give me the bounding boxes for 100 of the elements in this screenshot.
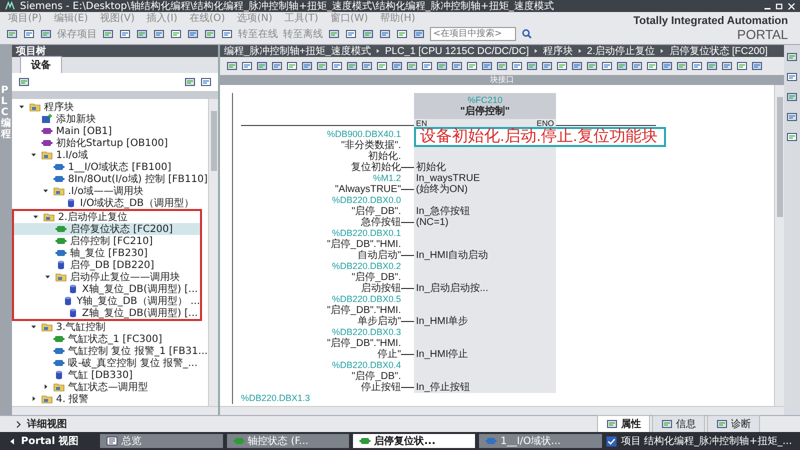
toolbar-icon[interactable]: [556, 60, 568, 72]
toolbar-icon[interactable]: [40, 28, 52, 40]
toolbar-icon[interactable]: [676, 60, 688, 72]
portal-view-button[interactable]: Portal 视图: [8, 434, 96, 448]
toolbar-icon[interactable]: [661, 60, 673, 72]
tree-item[interactable]: 初始化Startup [OB100]: [12, 137, 208, 149]
toolbar-icon[interactable]: [751, 60, 763, 72]
collapse-arrow-icon[interactable]: [42, 187, 50, 195]
toolbar-icon[interactable]: [541, 60, 553, 72]
side-tool-icon[interactable]: [786, 131, 798, 143]
toolbar-icon[interactable]: [316, 60, 328, 72]
toolbar-icon[interactable]: [328, 28, 340, 40]
toolbar-icon[interactable]: [511, 60, 523, 72]
toolbar-icon[interactable]: [271, 60, 283, 72]
editor-tab[interactable]: 1__I/O域状...: [479, 434, 602, 448]
restore-icon[interactable]: [775, 2, 784, 10]
toolbar-icon[interactable]: [631, 60, 643, 72]
tree-item[interactable]: 程序块: [12, 101, 208, 113]
toolbar-icon[interactable]: [396, 28, 408, 40]
toolbar-icon[interactable]: [586, 60, 598, 72]
toolbar-icon[interactable]: [466, 60, 478, 72]
toolbar-icon[interactable]: [241, 60, 253, 72]
toolbar-icon[interactable]: [301, 60, 313, 72]
toolbar-icon[interactable]: [451, 60, 463, 72]
close-icon[interactable]: [787, 2, 796, 10]
toolbar-icon[interactable]: [184, 76, 196, 88]
toolbar-icon[interactable]: [413, 28, 425, 40]
search-field[interactable]: <在项目中搜索>: [430, 27, 516, 41]
tab-icon[interactable]: [661, 418, 673, 430]
tree-item[interactable]: 启动停止复位——调用块: [14, 271, 200, 283]
toolbar-icon[interactable]: [346, 60, 358, 72]
breadcrumb-item[interactable]: 2.启动停止复位: [586, 44, 656, 58]
tree-item[interactable]: 启停控制 [FC210]: [14, 235, 200, 247]
tree-item[interactable]: 添加新块: [12, 113, 208, 125]
tree-item[interactable]: .I/o域——调用块: [12, 185, 208, 197]
tree-item[interactable]: 2.启动停止复位: [14, 211, 200, 223]
tree-item[interactable]: 4. 报警: [12, 393, 208, 405]
tree-item[interactable]: 8In/8Out(I/o域) 控制 [FB110]: [12, 173, 208, 185]
tree-item[interactable]: 启停_DB [DB220]: [14, 259, 200, 271]
toolbar-icon[interactable]: [361, 60, 373, 72]
tree-item[interactable]: Z轴_复位_DB(调用型) [...: [14, 307, 200, 319]
scrollbar[interactable]: [208, 99, 218, 406]
tree-item[interactable]: 气缸控制 复位 报警_1 [FB31...: [12, 345, 208, 357]
toolbar-icon[interactable]: [526, 60, 538, 72]
toolbar-icon[interactable]: [496, 60, 508, 72]
toolbar-icon[interactable]: [601, 60, 613, 72]
collapse-arrow-icon[interactable]: [30, 151, 38, 159]
scrollbar[interactable]: [774, 85, 784, 406]
toolbar-icon[interactable]: [170, 28, 182, 40]
side-tool-icon[interactable]: [786, 91, 798, 103]
breadcrumb-item[interactable]: 编程_脉冲控制轴+扭矩_速度模式: [224, 44, 371, 58]
search-icon[interactable]: [521, 28, 533, 40]
toolbar-icon[interactable]: [379, 28, 391, 40]
inspector-tab[interactable]: 诊断: [707, 415, 760, 433]
tree-item[interactable]: I/O域状态_DB（调用型）: [12, 197, 208, 209]
horizontal-scrollbar[interactable]: [220, 406, 784, 415]
toolbar-icon[interactable]: [187, 28, 199, 40]
toolbar-icon[interactable]: [391, 60, 403, 72]
collapse-arrow-icon[interactable]: [18, 103, 26, 111]
toolbar-icon[interactable]: [691, 60, 703, 72]
toolbar-icon[interactable]: [6, 28, 18, 40]
toolbar-icon[interactable]: [706, 60, 718, 72]
collapse-arrow-icon[interactable]: [44, 273, 52, 281]
details-view-header[interactable]: 详细视图: [27, 417, 67, 431]
inspector-tab[interactable]: 信息: [652, 415, 705, 433]
toolbar-icon[interactable]: [571, 60, 583, 72]
toolbar-icon[interactable]: [286, 60, 298, 72]
horizontal-scrollbar[interactable]: [12, 406, 218, 415]
breadcrumb-item[interactable]: 启停复位状态 [FC200]: [669, 44, 768, 58]
toolbar-icon[interactable]: [362, 28, 374, 40]
toolbar-icon[interactable]: [376, 60, 388, 72]
toolbar-icon[interactable]: [136, 28, 148, 40]
side-tool-icon[interactable]: [786, 111, 798, 123]
devices-tab[interactable]: 设备: [20, 56, 62, 73]
editor-tab[interactable]: 总览: [100, 434, 223, 448]
tree-item[interactable]: 1.I/o域: [12, 149, 208, 161]
tree-item[interactable]: Y轴_复位_DB（调用型） ...: [14, 295, 200, 307]
toolbar-icon[interactable]: [226, 60, 238, 72]
toolbar-icon[interactable]: [721, 60, 733, 72]
tree-item[interactable]: Main [OB1]: [12, 125, 208, 137]
tree-item[interactable]: 气缸状态—调用型: [12, 381, 208, 393]
breadcrumb-item[interactable]: PLC_1 [CPU 1215C DC/DC/DC]: [384, 46, 529, 56]
tree-item[interactable]: 气缸 [DB330]: [12, 369, 208, 381]
toolbar-icon[interactable]: [345, 28, 357, 40]
toolbar-icon[interactable]: [153, 28, 165, 40]
side-tool-icon[interactable]: [786, 51, 798, 63]
toolbar-icon[interactable]: [23, 28, 35, 40]
side-tool-icon[interactable]: [786, 71, 798, 83]
tab-icon[interactable]: [606, 418, 618, 430]
tree-item[interactable]: 1__I/O域状态 [FB100]: [12, 161, 208, 173]
toolbar-icon[interactable]: [436, 60, 448, 72]
toolbar-icon[interactable]: [256, 60, 268, 72]
toolbar-icon[interactable]: [221, 28, 233, 40]
tree-item[interactable]: 气缸状态_1 [FC300]: [12, 333, 208, 345]
tree-item[interactable]: 启停复位状态 [FC200]: [14, 223, 200, 235]
breadcrumb-item[interactable]: 程序块: [542, 44, 573, 58]
toolbar-icon[interactable]: [18, 76, 30, 88]
editor-tab[interactable]: 轴控状态 (F...: [226, 434, 350, 448]
toolbar-icon[interactable]: [646, 60, 658, 72]
toolbar-icon[interactable]: [421, 60, 433, 72]
